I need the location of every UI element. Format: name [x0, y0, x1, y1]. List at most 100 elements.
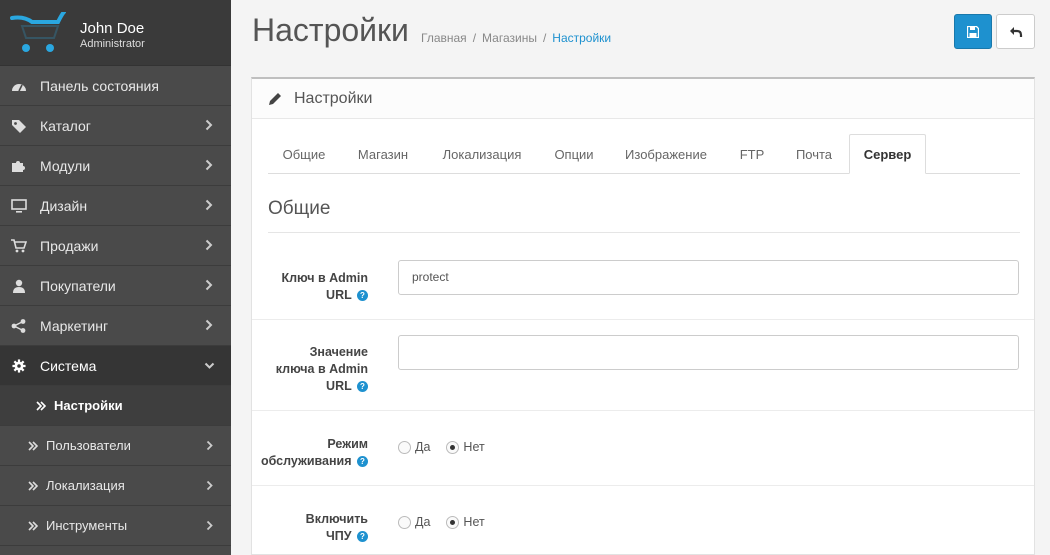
- monitor-icon: [10, 198, 28, 214]
- sub-item-settings[interactable]: Настройки: [0, 386, 231, 426]
- tab-options[interactable]: Опции: [540, 134, 608, 174]
- nav-label: Каталог: [40, 117, 91, 134]
- chevron-right-icon: [205, 239, 213, 251]
- back-button[interactable]: [996, 14, 1035, 49]
- field-label: Включить ЧПУ ?: [306, 511, 368, 545]
- seo-radio-group: Да Нет: [398, 515, 501, 529]
- double-chevron-right-icon: [28, 520, 38, 531]
- nav-label: Панель состояния: [40, 77, 159, 94]
- form-row-admin-value: Значение ключа в Admin URL ?: [252, 320, 1034, 411]
- breadcrumb-home[interactable]: Главная: [421, 31, 467, 45]
- help-icon[interactable]: ?: [357, 290, 368, 302]
- form-row-seo-urls: Включить ЧПУ ? Да Нет: [252, 486, 1034, 555]
- maintenance-no-radio[interactable]: [446, 440, 460, 454]
- form-row-maintenance: Режим обслуживания ? Да Нет: [252, 411, 1034, 486]
- panel-heading: Настройки: [252, 79, 1034, 119]
- radio-label: Нет: [463, 440, 485, 454]
- label-line: URL: [326, 379, 352, 393]
- form-row-admin-key: Ключ в Admin URL ? protect: [252, 245, 1034, 320]
- settings-tabs: Общие Магазин Локализация Опции Изображе…: [268, 134, 1020, 174]
- reply-icon: [1009, 26, 1022, 37]
- tab-localisation[interactable]: Локализация: [426, 134, 538, 174]
- admin-key-input[interactable]: protect: [398, 260, 1019, 295]
- breadcrumb: Главная / Магазины / Настройки: [421, 31, 611, 45]
- nav-label: Модули: [40, 157, 91, 174]
- nav-item-customers[interactable]: Покупатели: [0, 266, 231, 306]
- tab-mail[interactable]: Почта: [782, 134, 846, 174]
- nav-label: Система: [40, 357, 97, 374]
- sub-item-label: Настройки: [54, 398, 123, 413]
- double-chevron-right-icon: [28, 440, 38, 451]
- sidebar: John Doe Administrator Панель состояния …: [0, 0, 231, 555]
- nav-item-dashboard[interactable]: Панель состояния: [0, 66, 231, 106]
- panel-title: Настройки: [294, 89, 373, 107]
- nav-label: Покупатели: [40, 277, 116, 294]
- nav-label: Маркетинг: [40, 317, 109, 334]
- admin-value-input[interactable]: [398, 335, 1019, 370]
- chevron-right-icon: [205, 199, 213, 211]
- field-label: Значение ключа в Admin URL ?: [276, 344, 368, 395]
- share-icon: [10, 318, 28, 334]
- chevron-right-icon: [205, 319, 213, 331]
- help-icon[interactable]: ?: [357, 456, 368, 468]
- label-line: Значение: [309, 345, 368, 359]
- sub-item-localisation[interactable]: Локализация: [0, 466, 231, 506]
- breadcrumb-separator: /: [542, 31, 547, 45]
- tab-general[interactable]: Общие: [268, 134, 340, 174]
- seo-yes-radio[interactable]: [398, 515, 411, 529]
- breadcrumb-stores[interactable]: Магазины: [482, 31, 537, 45]
- chevron-right-icon: [205, 119, 213, 131]
- settings-panel: Настройки Общие Магазин Локализация Опци…: [251, 77, 1035, 555]
- sub-item-label: Пользователи: [46, 438, 131, 453]
- label-line: обслуживания: [260, 454, 352, 468]
- chevron-right-icon: [205, 279, 213, 291]
- help-icon[interactable]: ?: [357, 531, 368, 543]
- nav-item-extensions[interactable]: Модули: [0, 146, 231, 186]
- tab-ftp[interactable]: FTP: [724, 134, 780, 174]
- nav-item-design[interactable]: Дизайн: [0, 186, 231, 226]
- breadcrumb-settings[interactable]: Настройки: [552, 31, 611, 45]
- nav-item-catalog[interactable]: Каталог: [0, 106, 231, 146]
- sub-item-tools[interactable]: Инструменты: [0, 506, 231, 546]
- tags-icon: [10, 118, 28, 134]
- nav-label: Продажи: [40, 237, 99, 254]
- radio-label: Да: [415, 440, 431, 454]
- tab-image[interactable]: Изображение: [610, 134, 722, 174]
- label-line: URL: [326, 288, 352, 302]
- nav-item-sales[interactable]: Продажи: [0, 226, 231, 266]
- sub-item-users[interactable]: Пользователи: [0, 426, 231, 466]
- gear-icon: [10, 358, 28, 374]
- save-button[interactable]: [954, 14, 992, 49]
- label-line: Ключ в Admin: [281, 271, 368, 285]
- tab-server[interactable]: Сервер: [849, 134, 926, 174]
- nav-item-marketing[interactable]: Маркетинг: [0, 306, 231, 346]
- help-icon[interactable]: ?: [357, 381, 368, 393]
- sub-item-label: Локализация: [46, 478, 125, 493]
- cart-logo-icon: [10, 12, 66, 52]
- maintenance-yes-radio[interactable]: [398, 440, 411, 454]
- puzzle-icon: [10, 158, 28, 174]
- double-chevron-right-icon: [28, 480, 38, 491]
- chevron-right-icon: [206, 480, 213, 491]
- double-chevron-right-icon: [36, 400, 46, 411]
- chevron-right-icon: [206, 520, 213, 531]
- chevron-right-icon: [206, 440, 213, 451]
- field-label: Ключ в Admin URL ?: [281, 270, 368, 304]
- pencil-icon: [269, 92, 281, 105]
- user-profile[interactable]: John Doe Administrator: [0, 0, 231, 66]
- nav-item-system[interactable]: Система: [0, 346, 231, 386]
- shopping-cart-icon: [10, 238, 28, 254]
- seo-no-radio[interactable]: [446, 515, 460, 529]
- profile-name: John Doe: [80, 20, 145, 37]
- floppy-disk-icon: [967, 25, 979, 38]
- label-line: ключа в Admin: [275, 362, 368, 376]
- chevron-right-icon: [205, 159, 213, 171]
- chevron-down-icon: [204, 362, 215, 369]
- nav-label: Дизайн: [40, 197, 88, 214]
- label-line: Режим: [327, 437, 368, 451]
- section-legend: Общие: [268, 198, 1020, 233]
- page-title: Настройки: [252, 12, 409, 48]
- tab-store[interactable]: Магазин: [342, 134, 424, 174]
- maintenance-radio-group: Да Нет: [398, 440, 501, 454]
- label-line: Включить: [305, 512, 368, 526]
